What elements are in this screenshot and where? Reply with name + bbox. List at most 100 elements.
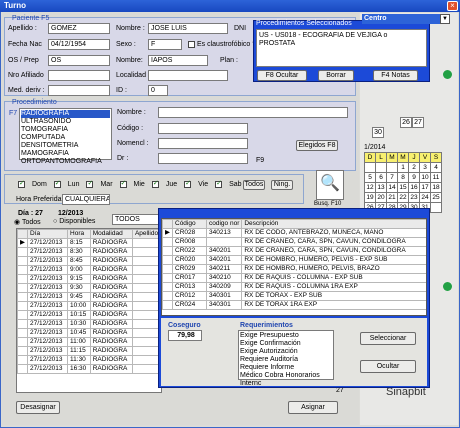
nombre-input[interactable]: JOSE LUIS — [148, 23, 228, 34]
cal-day[interactable]: 12 — [364, 182, 376, 193]
os-select[interactable]: OS — [48, 55, 110, 66]
localidad-input[interactable] — [148, 70, 228, 81]
table-row[interactable]: CR013 340209 RX DE RAQUIS - COLUMNA 1RA EX… — [162, 282, 426, 292]
cal-day[interactable]: 23 — [408, 192, 420, 203]
table-row[interactable]: 27/12/2013 9:15 RADIOGRA — [17, 274, 161, 284]
table-row[interactable]: 27/12/2013 11:30 RADIOGRA — [17, 355, 161, 365]
req-item[interactable]: Requiere Auditoría — [240, 356, 332, 364]
cal-day[interactable]: 7 — [386, 172, 398, 183]
table-row[interactable]: CR008 RX DE CRANEO, CARA, SPN, CAVUN, CON… — [162, 237, 426, 247]
col-hora[interactable]: Hora — [67, 229, 91, 239]
table-row[interactable]: 27/12/2013 9:30 RADIOGRA — [17, 283, 161, 293]
dia-jue-checkbox[interactable] — [151, 179, 159, 188]
cal-day[interactable]: 9 — [408, 172, 420, 183]
radio-todos[interactable]: ◉ Todos — [14, 218, 41, 226]
proc-dr-input[interactable] — [158, 153, 248, 164]
ning-dias-button[interactable]: Ning. — [271, 180, 293, 190]
borrar-button[interactable]: Borrar — [318, 70, 354, 81]
nro-afiliado-input[interactable] — [48, 70, 110, 81]
table-row[interactable]: 27/12/2013 10:30 RADIOGRA — [17, 319, 161, 329]
cal-day[interactable] — [364, 162, 376, 173]
cal-day[interactable]: 24 — [419, 192, 431, 203]
modalidad-item[interactable]: TOMOGRAFIA COMPUTADA — [21, 126, 110, 142]
filtro-select[interactable]: TODOS — [112, 214, 162, 225]
col-codigo[interactable]: Código — [172, 219, 207, 229]
table-row[interactable]: 27/12/2013 10:00 RADIOGRA — [17, 301, 161, 311]
table-row[interactable]: 27/12/2013 10:15 RADIOGRA — [17, 310, 161, 320]
close-button[interactable]: × — [447, 1, 458, 11]
cal-day[interactable]: 6 — [375, 172, 387, 183]
modalidad-item[interactable]: RADIOGRAFIA — [21, 110, 110, 118]
cal-day[interactable]: 14 — [386, 182, 398, 193]
col-codigo-nor[interactable]: codigo nor — [205, 219, 243, 229]
table-row[interactable]: CR012 340301 RX DE TORAX - EXP SUB — [162, 291, 426, 301]
table-row[interactable]: 27/12/2013 11:00 RADIOGRA — [17, 337, 161, 347]
os-nombre-input[interactable]: IAPOS — [148, 55, 208, 66]
table-row[interactable]: CR029 340211 RX DE HOMBRO, HUMERO, PELVIS,… — [162, 264, 426, 274]
modalidad-list[interactable]: RADIOGRAFIA ULTRASONIDO TOMOGRAFIA COMPU… — [19, 108, 112, 165]
proc-codigo-input[interactable] — [158, 123, 248, 134]
busqueda-icon[interactable]: 🔍 — [316, 170, 344, 200]
next-arrow-icon-2[interactable] — [443, 282, 452, 291]
req-item[interactable]: Médico Cobra Honorarios Internc — [240, 372, 332, 388]
cal-day[interactable]: 13 — [375, 182, 387, 193]
cal-day[interactable]: 15 — [397, 182, 409, 193]
req-item[interactable]: Exige Confirmación — [240, 340, 332, 348]
seleccionar-button[interactable]: Seleccionar — [360, 332, 416, 345]
dia-lun-checkbox[interactable] — [53, 179, 61, 188]
doc-type[interactable]: DNI — [234, 25, 246, 32]
cal-day[interactable]: 11 — [430, 172, 442, 183]
col-dia[interactable]: Día — [26, 229, 69, 239]
col-descripcion[interactable]: Descripción — [241, 219, 426, 229]
cal-day[interactable]: 16 — [408, 182, 420, 193]
dia-mar-checkbox[interactable] — [86, 179, 94, 188]
table-row[interactable]: 27/12/2013 16:30 RADIOGRA — [17, 364, 161, 374]
table-row[interactable]: CR024 340301 RX DE TORAX 1RA EXP — [162, 300, 426, 310]
modalidad-item[interactable]: DENSITOMETRIA — [21, 142, 110, 150]
table-row[interactable]: 27/12/2013 8:30 RADIOGRA — [17, 247, 161, 257]
radio-disponibles[interactable]: ○ Disponibles — [53, 218, 95, 225]
dia-sab-checkbox[interactable] — [215, 179, 223, 188]
col-modalidad[interactable]: Modalidad — [89, 229, 133, 239]
req-item[interactable]: Requiere Informe — [240, 364, 332, 372]
procedimientos-list[interactable]: US - US018 - ECOGRAFIA DE VEJIGA o PROST… — [256, 29, 427, 67]
fecha-nac-input[interactable]: 04/12/1954 — [48, 39, 110, 50]
cal-day[interactable]: 3 — [419, 162, 431, 173]
modalidad-item[interactable]: ULTRASONIDO — [21, 118, 110, 126]
table-row[interactable]: 27/12/2013 9:00 RADIOGRA — [17, 265, 161, 275]
cal-day[interactable]: 8 — [397, 172, 409, 183]
cal-day[interactable]: 22 — [397, 192, 409, 203]
ocultar-button[interactable]: Ocultar — [360, 360, 416, 373]
elegidos-f8-button[interactable]: Elegidos F8 — [296, 140, 338, 151]
cal-day[interactable] — [430, 202, 442, 213]
asignar-button[interactable]: Asignar — [288, 401, 338, 414]
cal-day[interactable]: 2 — [408, 162, 420, 173]
med-deriv-input[interactable] — [48, 85, 110, 96]
cal-day[interactable]: 20 — [375, 192, 387, 203]
cal-day[interactable] — [386, 162, 398, 173]
notas-f4-button[interactable]: F4 Notas — [373, 70, 418, 81]
dia-vie-checkbox[interactable] — [184, 179, 192, 188]
table-row[interactable]: 27/12/2013 11:15 RADIOGRA — [17, 346, 161, 356]
next-arrow-icon[interactable] — [443, 70, 452, 79]
centro-dropdown[interactable]: ▼ — [440, 14, 450, 24]
cal-day[interactable]: 21 — [386, 192, 398, 203]
req-item[interactable]: Exige Autorización — [240, 348, 332, 356]
cal-num-26[interactable]: 26 — [400, 117, 412, 128]
dia-mie-checkbox[interactable] — [119, 179, 127, 188]
table-row[interactable]: 27/12/2013 8:45 RADIOGRA — [17, 256, 161, 266]
cal-day[interactable]: 1 — [397, 162, 409, 173]
desasignar-button[interactable]: Desasignar — [16, 401, 60, 414]
ocultar-f8-button[interactable]: F8 Ocultar — [257, 70, 307, 81]
cal-day[interactable]: 4 — [430, 162, 442, 173]
req-item[interactable]: Exige Presupuesto — [240, 332, 332, 340]
sexo-select[interactable]: F — [148, 39, 182, 50]
claustro-checkbox[interactable] — [188, 41, 195, 48]
cal-day[interactable]: 18 — [430, 182, 442, 193]
cal-num-30[interactable]: 30 — [372, 127, 384, 138]
cal-num-27[interactable]: 27 — [412, 117, 424, 128]
cal-day[interactable]: 17 — [419, 182, 431, 193]
hora-preferida-select[interactable]: CUALQUIERA — [62, 194, 110, 205]
dia-dom-checkbox[interactable] — [18, 179, 25, 188]
requerimientos-list[interactable]: Exige Presupuesto Exige Confirmación Exi… — [238, 330, 334, 387]
